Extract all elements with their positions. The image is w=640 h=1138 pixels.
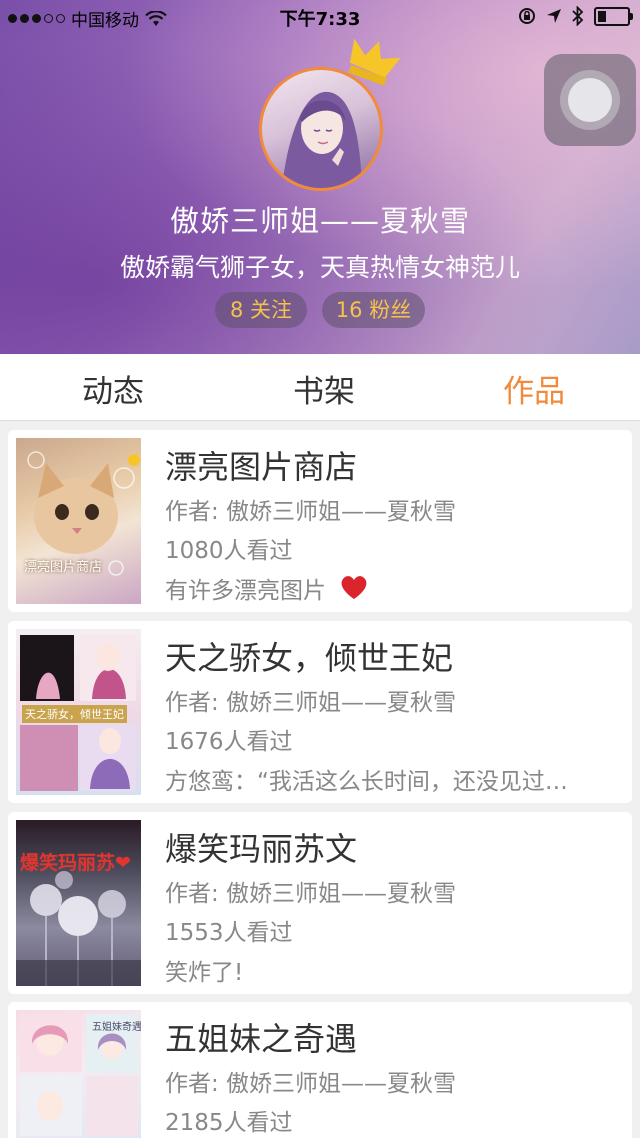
book-cover-text: 爆笑玛丽苏❤ [20,852,131,874]
work-views: 1676人看过 [165,729,293,755]
battery-icon [594,6,633,26]
profile-name: 傲娇三师姐——夏秋雪 [169,204,470,238]
book-cover-text: 天之骄女，倾世王妃 [22,705,127,723]
rotation-lock-icon [519,8,535,24]
bluetooth-icon [572,6,584,26]
book-cover: 天之骄女，倾世王妃 [16,629,141,795]
work-description: 方悠鸾：“我活这么长时间，还没见过… [165,769,568,795]
status-bar: 中国移动 下午7:33 [0,0,640,34]
work-title: 爆笑玛丽苏文 [165,830,358,868]
tab-activity[interactable]: 动态 [43,366,183,411]
book-cover-text: 漂亮图片商店 [24,560,103,575]
work-title: 漂亮图片商店 [165,448,358,486]
tab-works[interactable]: 作品 [464,366,604,411]
heart-icon [341,576,367,599]
crown-icon [348,38,401,86]
tab-bar: 动态 书架 作品 [0,354,640,421]
work-views: 1553人看过 [165,920,293,946]
work-author: 作者: 傲娇三师姐——夏秋雪 [165,881,457,907]
book-cover: 漂亮图片商店 [16,438,141,604]
followers-count[interactable]: 16 粉丝 [322,292,425,328]
tab-bookshelf[interactable]: 书架 [254,366,394,411]
work-author: 作者: 傲娇三师姐——夏秋雪 [165,690,457,716]
work-card[interactable]: 漂亮图片商店 漂亮图片商店 作者: 傲娇三师姐——夏秋雪 1080人看过 有许多… [8,430,632,612]
work-views: 2185人看过 [165,1110,293,1136]
work-author: 作者: 傲娇三师姐——夏秋雪 [165,1071,457,1097]
following-count[interactable]: 8 关注 [215,292,307,328]
profile-header: 中国移动 下午7:33 傲娇三师姐——夏秋雪 傲娇霸气狮子女，天真热情女神范儿 … [0,0,640,354]
work-title: 天之骄女，倾世王妃 [165,639,454,677]
work-views: 1080人看过 [165,538,293,564]
profile-bio: 傲娇霸气狮子女，天真热情女神范儿 [119,253,520,282]
book-cover: 爆笑玛丽苏❤ [16,820,141,986]
work-title: 五姐妹之奇遇 [165,1020,358,1058]
work-card[interactable]: 五姐妹奇遇 五姐妹之奇遇 作者: 傲娇三师姐——夏秋雪 2185人看过 [8,1002,632,1138]
work-author: 作者: 傲娇三师姐——夏秋雪 [165,499,457,525]
work-card[interactable]: 天之骄女，倾世王妃 天之骄女，倾世王妃 作者: 傲娇三师姐——夏秋雪 1676人… [8,621,632,803]
location-icon [547,9,561,23]
assistive-touch-button[interactable] [544,54,636,146]
book-cover-text: 五姐妹奇遇 [92,1022,141,1033]
work-description: 笑炸了! [165,960,244,986]
work-card[interactable]: 爆笑玛丽苏❤ 爆笑玛丽苏文 作者: 傲娇三师姐——夏秋雪 1553人看过 笑炸了… [8,812,632,994]
book-cover: 五姐妹奇遇 [16,1010,141,1138]
